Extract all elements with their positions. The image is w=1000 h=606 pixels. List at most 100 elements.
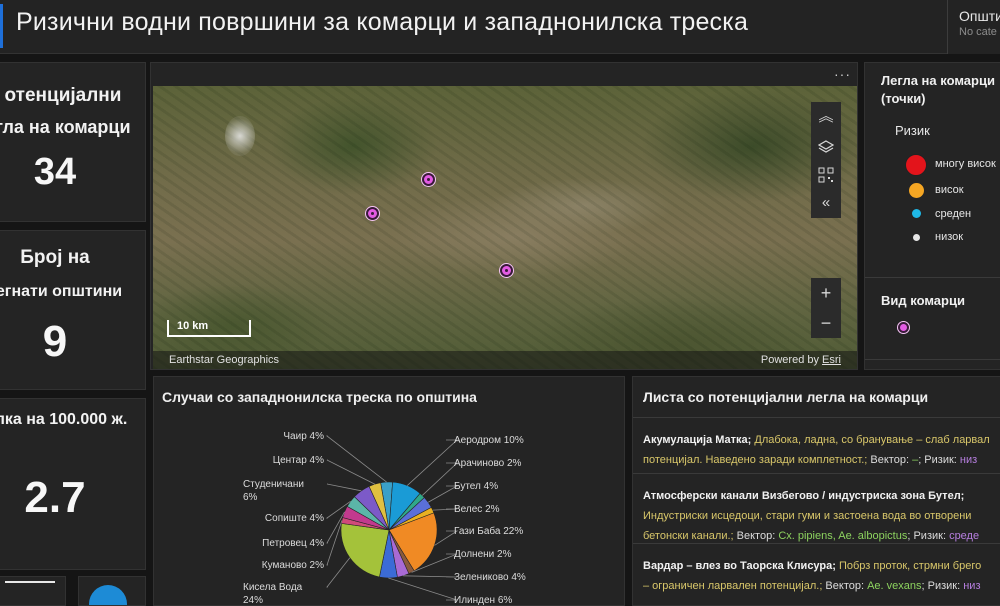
breeding-sites-list-panel: Листа со потенцијални легла на комарци А… [632, 376, 1000, 606]
leader-line [427, 485, 459, 503]
selector-value: No cate [959, 26, 997, 38]
legend-layer-title: Легла на комарци [881, 73, 995, 88]
pie-chart[interactable]: Аеродром 10% Арачиново 2% Бутел 4% Велес 2%… [154, 377, 625, 606]
zoom-out-button[interactable]: − [811, 308, 841, 338]
layers-icon [817, 140, 835, 153]
selector-label: Општи [959, 8, 1000, 24]
map-attribution: Earthstar Geographics Powered by Esri [153, 351, 857, 369]
tile-line [5, 581, 55, 583]
slice-label: Долнени 2% [454, 549, 512, 560]
kpi-affected-municipalities: Број на егнати општини 9 [0, 230, 146, 390]
risk-label: ; Ризик: [921, 580, 964, 592]
cloud-patch [225, 116, 255, 156]
vector-value: Ae. vexans [867, 580, 922, 592]
bottom-tile-left [0, 576, 66, 606]
slice-label: Чаир 4% [283, 431, 324, 442]
leader-line [326, 459, 375, 485]
breeding-site-marker[interactable] [366, 207, 379, 220]
leader-line [326, 520, 343, 566]
expand-panel-button[interactable]: « [811, 188, 841, 218]
slice-label: Зелениково 4% [454, 572, 526, 583]
breeding-site-marker[interactable] [500, 264, 513, 277]
legend-item-label: среден [935, 208, 972, 220]
site-name: Атмосферски канали Визбегово / индустрис… [643, 490, 965, 502]
slice-label: Куманово 2% [262, 560, 324, 571]
list-title: Листа со потенцијални легла на комарци [643, 389, 929, 405]
esri-link[interactable]: Esri [822, 354, 841, 366]
kpi-value: 9 [42, 317, 68, 366]
header-accent-bar [0, 4, 3, 48]
kpi-value: 2.7 [24, 473, 86, 522]
site-description: Длабока, ладна, со бранување – слаб ларв… [751, 434, 990, 446]
site-description-cont: – ограничен ларвален потенцијал.; [643, 580, 823, 592]
leader-line [403, 575, 458, 578]
high-risk-swatch [909, 183, 924, 198]
kpi-title: лка на 100.000 ж. [0, 411, 128, 428]
species-swatch [898, 322, 909, 333]
slice-label: Аеродром 10% [454, 435, 524, 446]
site-name: Акумулација Матка; [643, 434, 752, 446]
legend-layer-subtitle: (точки) [881, 91, 926, 106]
slice-label: Петровец 4% [262, 538, 324, 549]
slice-label: Бутел 4% [454, 481, 498, 492]
site-description-cont: бетонски канали.; [643, 530, 734, 542]
vector-label: Вектор: [867, 454, 913, 466]
map-view[interactable]: 10 km Earthstar Geographics Powered by E… [153, 86, 857, 369]
scale-bar: 10 km [167, 320, 251, 337]
scale-label: 10 km [177, 320, 209, 332]
more-options-icon[interactable]: ··· [834, 66, 851, 82]
legend-species-title: Вид комарци [881, 293, 965, 308]
kpi-breeding-sites: отенцијални гла на комарци 34 [0, 62, 146, 222]
attribution-source: Earthstar Geographics [169, 354, 280, 366]
slice-label: Центар 4% [273, 455, 324, 466]
site-description: Побрз проток, стрмни брего [835, 560, 982, 572]
vector-label: Вектор: [733, 530, 779, 542]
kpi-title-line1: отенцијални [4, 85, 122, 106]
slice-label-percent: 24% [243, 595, 263, 606]
dashboard-header: Ризични водни површини за комарци и запа… [0, 0, 1000, 54]
legend-item-label: висок [935, 184, 964, 196]
risk-value: низ [963, 580, 981, 592]
slice-label: Велес 2% [454, 504, 500, 515]
kpi-title-line2: егнати општини [0, 283, 123, 300]
esri-logo-icon [89, 585, 127, 605]
pie-chart-panel: Случаи со западнонилска треска по општин… [153, 376, 625, 606]
slice-label: Студеничани [243, 479, 304, 490]
powered-by-text: Powered by [760, 354, 823, 366]
attribution-powered: Powered by Esri [761, 354, 841, 366]
breeding-site-marker[interactable] [422, 173, 435, 186]
list-item[interactable]: Атмосферски канали Визбегово / индустрис… [633, 473, 1000, 546]
kpi-title-line1: Број на [20, 247, 90, 268]
kpi-incidence-rate: лка на 100.000 ж. 2.7 [0, 398, 146, 570]
zoom-in-button[interactable]: + [811, 278, 841, 308]
leader-line [422, 462, 459, 496]
low-risk-swatch [913, 234, 920, 241]
site-name: Вардар – влез во Таорска Клисура; [643, 560, 836, 572]
legend-divider [865, 277, 1000, 278]
slice-label: Сопиште 4% [265, 513, 324, 524]
risk-label: ; Ризик: [918, 454, 960, 466]
site-description: Индустриски исцедоци, стари гуми и засто… [643, 510, 972, 522]
risk-value: низ [959, 454, 978, 466]
qr-code-button[interactable] [811, 160, 841, 190]
slice-label: Кисела Вода [243, 582, 303, 593]
risk-value: средe [949, 530, 980, 542]
leader-line [326, 557, 351, 588]
municipality-selector[interactable]: Општи No cate [947, 0, 1000, 54]
collapse-widgets-button[interactable]: ︽ [811, 102, 841, 132]
list-item[interactable]: Вардар – влез во Таорска Клисура; Побрз … [633, 543, 1000, 596]
legend-divider [865, 359, 1000, 360]
very-high-risk-swatch [905, 154, 927, 176]
terrain-texture [153, 86, 857, 369]
slice-label: Арачиново 2% [454, 458, 522, 469]
legend-item-label: многу висок [935, 158, 996, 170]
qr-code-icon [818, 167, 834, 183]
slice-label: Гази Баба 22% [454, 525, 523, 537]
list-item[interactable]: Акумулација Матка; Длабока, ладна, со бр… [633, 417, 1000, 470]
leader-line [388, 577, 458, 601]
leader-line [326, 483, 362, 492]
bottom-tile-right [78, 576, 146, 606]
vector-value: Cx. pipiens, Ae. albopictus [778, 530, 908, 542]
layers-button[interactable] [811, 132, 841, 162]
legend-item-label: низок [935, 231, 964, 243]
